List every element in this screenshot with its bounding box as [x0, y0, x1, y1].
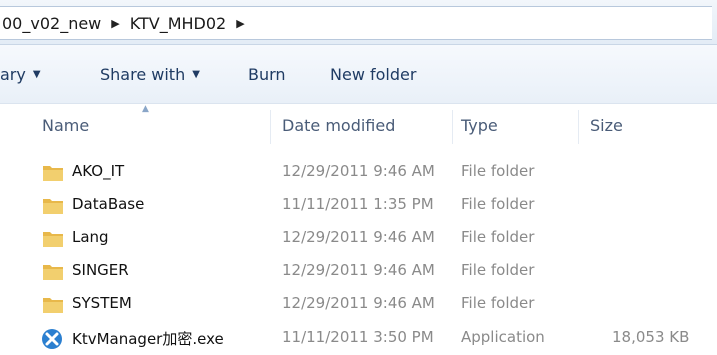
burn-button[interactable]: Burn: [248, 65, 286, 84]
sort-ascending-icon: ▲: [142, 104, 149, 114]
folder-icon: [43, 166, 63, 181]
new-folder-button[interactable]: New folder: [330, 65, 416, 84]
caret-down-icon: ▼: [32, 69, 41, 80]
file-name: DataBase: [72, 195, 145, 213]
folder-icon: [43, 232, 63, 247]
file-date-modified: 12/29/2011 9:46 AM: [282, 261, 435, 279]
file-row[interactable]: SYSTEM 12/29/2011 9:46 AM File folder: [0, 288, 717, 321]
file-size: 18,053 KB: [612, 328, 690, 346]
share-with-button[interactable]: Share with ▼: [100, 65, 200, 84]
breadcrumb-item-parent[interactable]: 00_v02_new: [0, 14, 105, 33]
file-type: File folder: [461, 294, 535, 312]
column-header-size[interactable]: Size: [590, 116, 623, 135]
column-divider[interactable]: [270, 110, 271, 144]
file-type: File folder: [461, 162, 535, 180]
file-row[interactable]: KtvManager加密.exe 11/11/2011 3:50 PM Appl…: [0, 322, 717, 355]
column-divider[interactable]: [578, 110, 579, 144]
breadcrumb[interactable]: 00_v02_new ▶ KTV_MHD02 ▶: [0, 6, 712, 40]
file-name: Lang: [72, 228, 109, 246]
column-header-type[interactable]: Type: [461, 116, 498, 135]
folder-icon: [43, 265, 63, 280]
chevron-right-icon[interactable]: ▶: [230, 17, 250, 30]
file-date-modified: 11/11/2011 1:35 PM: [282, 195, 434, 213]
file-name: SINGER: [72, 261, 129, 279]
chevron-right-icon[interactable]: ▶: [105, 17, 125, 30]
file-type: File folder: [461, 228, 535, 246]
file-row[interactable]: DataBase 11/11/2011 1:35 PM File folder: [0, 189, 717, 222]
file-type: Application: [461, 328, 545, 346]
caret-down-icon: ▼: [192, 69, 200, 80]
application-icon: [42, 329, 62, 349]
file-date-modified: 12/29/2011 9:46 AM: [282, 294, 435, 312]
folder-icon: [43, 298, 63, 313]
address-bar: 00_v02_new ▶ KTV_MHD02 ▶: [0, 0, 717, 45]
column-divider[interactable]: [452, 110, 453, 144]
file-name: KtvManager加密.exe: [72, 330, 224, 348]
file-date-modified: 12/29/2011 9:46 AM: [282, 228, 435, 246]
file-date-modified: 12/29/2011 9:46 AM: [282, 162, 435, 180]
file-name: SYSTEM: [72, 294, 132, 312]
file-date-modified: 11/11/2011 3:50 PM: [282, 328, 434, 346]
file-type: File folder: [461, 261, 535, 279]
library-menu-button[interactable]: ary ▼: [0, 65, 41, 84]
column-header-row: ▲ Name Date modified Type Size: [0, 104, 717, 150]
column-header-date-modified[interactable]: Date modified: [282, 116, 395, 135]
breadcrumb-item-current[interactable]: KTV_MHD02: [126, 14, 230, 33]
file-row[interactable]: AKO_IT 12/29/2011 9:46 AM File folder: [0, 156, 717, 189]
file-name: AKO_IT: [72, 162, 125, 180]
file-row[interactable]: SINGER 12/29/2011 9:46 AM File folder: [0, 255, 717, 288]
folder-icon: [43, 199, 63, 214]
file-type: File folder: [461, 195, 535, 213]
column-header-name[interactable]: Name: [42, 116, 89, 135]
file-row[interactable]: Lang 12/29/2011 9:46 AM File folder: [0, 222, 717, 255]
command-bar: ary ▼ Share with ▼ Burn New folder: [0, 45, 717, 104]
